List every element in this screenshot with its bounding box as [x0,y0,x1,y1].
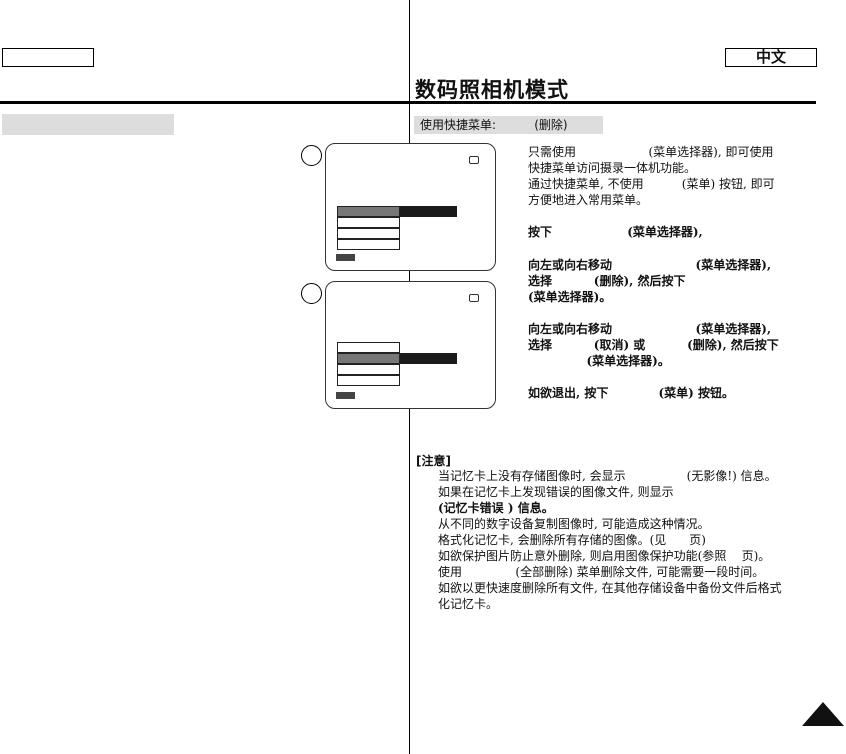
menu-button-icon [336,254,355,261]
note-line: 化记忆卡。 [438,597,499,611]
memory-card-icon [469,294,479,302]
note-line: 如欲以更快速度删除所有文件, 在其他存储设备中备份文件后格式 [438,581,782,595]
header-rule [0,101,816,104]
note-line: 如欲保护图片防止意外删除, 则启用图像保护功能(参照 页)。 [438,549,771,563]
note-line: 格式化记忆卡, 会删除所有存储的图像。(见 页) [438,533,706,547]
menu-button-icon [336,392,355,399]
intro-line: 只需使用 (菜单选择器), 即可使用 [528,145,774,159]
step-2-text: 选择 (删除), 然后按下 [528,274,686,288]
quick-menu-item-selected [337,206,400,217]
step-1-text: 按下 (菜单选择器), [528,225,703,239]
quick-menu-item [337,228,400,239]
intro-line: 通过快捷菜单, 不使用 (菜单) 按钮, 即可 [528,177,775,191]
step-4-text: 如欲退出, 按下 (菜单) 按钮。 [528,386,735,400]
step-3-text: 向左或向右移动 (菜单选择器), [528,322,772,336]
intro-line: 方便地进入常用菜单。 [528,193,649,207]
intro-line: 快捷菜单访问摄录一体机功能。 [528,161,697,175]
language-tab-chinese: 中文 [725,48,817,67]
page-title: 数码照相机模式 [415,78,569,102]
notes-heading: [注意] [416,454,451,468]
step-3-text: (菜单选择器)。 [528,354,670,368]
note-line: 使用 (全部删除) 菜单删除文件, 可能需要一段时间。 [438,565,765,579]
quick-menu-item [337,239,400,250]
memory-card-icon [469,156,479,164]
step-number-1 [301,145,322,166]
step-3-text: 选择 (取消) 或 (删除), 然后按下 [528,338,779,352]
lcd-screen-1 [325,143,496,271]
step-2-text: 向左或向右移动 (菜单选择器), [528,258,772,272]
step-number-2 [301,283,322,304]
quick-menu-item-extension [400,353,457,364]
language-tab-left [2,48,94,67]
triangle-up-icon [802,702,844,726]
lcd-screen-2 [325,281,496,409]
section-bar-left [2,114,174,135]
quick-menu-item-extension [400,206,457,217]
note-line: 如果在记忆卡上发现错误的图像文件, 则显示 [438,485,674,499]
quick-menu-item [337,364,400,375]
quick-menu-item [337,217,400,228]
quick-menu-item-selected [337,353,400,364]
quick-menu-item [337,342,400,353]
section-bar-right: 使用快捷菜单: (删除) [414,116,603,134]
quick-menu-item [337,375,400,386]
note-line: (记忆卡错误 ) 信息。 [438,501,554,515]
note-line: 从不同的数字设备复制图像时, 可能造成这种情况。 [438,517,710,531]
note-line: 当记忆卡上没有存储图像时, 会显示 (无影像!) 信息。 [438,469,777,483]
step-2-text: (菜单选择器)。 [528,290,612,304]
